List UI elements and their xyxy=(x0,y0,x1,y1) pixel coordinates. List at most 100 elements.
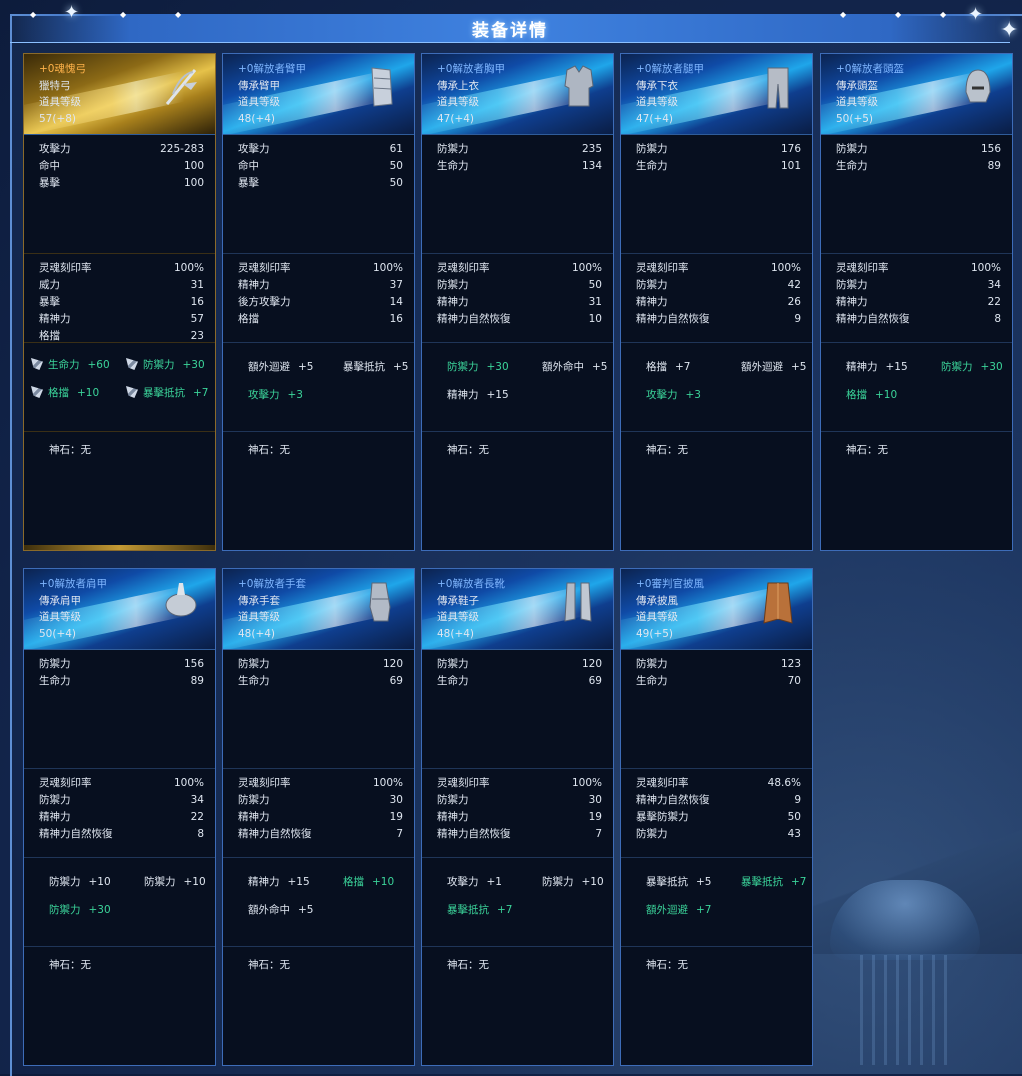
divine-stone-section: 神石：无 xyxy=(223,947,414,972)
stat-name: 威力 xyxy=(39,279,60,291)
card-header-text: +0解放者頭盔 傳承頭盔 道具等级 50(+5) xyxy=(836,61,904,127)
bonus-stat: 生命力 +60 xyxy=(31,357,110,372)
stat-row: 生命力 134 xyxy=(422,158,613,175)
stat-row: 威力 31 xyxy=(24,277,215,294)
stat-value: 100% xyxy=(372,777,403,789)
stat-name: 灵魂刻印率 xyxy=(39,777,92,789)
equipment-card[interactable]: +0解放者胸甲 傳承上衣 道具等级 47(+4) 防禦力 235 生命力 134 灵魂刻印率 10… xyxy=(421,53,614,551)
divine-stone-separator: ： xyxy=(70,444,81,456)
stat-row: 灵魂刻印率 100% xyxy=(223,775,414,792)
equipment-card[interactable]: +0審判官披風 傳承披風 道具等级 49(+5) 防禦力 123 生命力 70 灵魂刻印率 48.… xyxy=(620,568,813,1066)
card-header: +0解放者肩甲 傳承肩甲 道具等级 50(+4) xyxy=(24,569,215,650)
stat-value: 43 xyxy=(787,828,801,840)
divine-stone-label: 神石 xyxy=(447,444,468,456)
stat-row: 防禦力 30 xyxy=(422,792,613,809)
bonus-stat-name: 精神力 xyxy=(447,389,479,401)
base-stats-section: 防禦力 120 生命力 69 xyxy=(422,650,613,769)
bonus-stats-section: 生命力 +60 防禦力 +30 格擋 +10 暴擊抵抗 +7 xyxy=(24,343,215,432)
stat-name: 生命力 xyxy=(39,675,71,687)
divine-stone-separator: ： xyxy=(468,959,479,971)
stat-value: 100 xyxy=(183,160,204,172)
stat-name: 防禦力 xyxy=(636,143,668,155)
stat-row: 防禦力 43 xyxy=(621,826,812,843)
stat-name: 灵魂刻印率 xyxy=(238,262,291,274)
stat-row: 防禦力 50 xyxy=(422,277,613,294)
stat-row: 攻擊力 61 xyxy=(223,141,414,158)
stat-value: 42 xyxy=(787,279,801,291)
divine-stone-label: 神石 xyxy=(248,444,269,456)
bonus-stat: 防禦力 +10 xyxy=(49,874,111,889)
stat-row: 暴擊 100 xyxy=(24,175,215,192)
stat-value: 22 xyxy=(190,811,204,823)
stat-name: 攻擊力 xyxy=(39,143,71,155)
item-type: 傳承上衣 xyxy=(437,79,479,92)
bonus-stat-name: 格擋 xyxy=(646,361,667,373)
item-name: +0審判官披風 xyxy=(636,578,704,590)
bonus-stat-value: +30 xyxy=(88,904,111,916)
item-name: +0解放者臂甲 xyxy=(238,63,306,75)
equipment-card[interactable]: +0解放者肩甲 傳承肩甲 道具等级 50(+4) 防禦力 156 生命力 89 灵魂刻印率 100… xyxy=(23,568,216,1066)
background-jellyfish-tentacles xyxy=(860,955,950,1065)
arm-guard-icon xyxy=(362,64,398,110)
stat-name: 防禦力 xyxy=(39,658,71,670)
divine-stone-value: 无 xyxy=(877,444,889,456)
bonus-stat: 格擋 +10 xyxy=(343,874,394,889)
bonus-stat-value: +30 xyxy=(980,361,1003,373)
stat-row: 精神力自然恢復 8 xyxy=(821,311,1012,328)
stat-row: 格擋 16 xyxy=(223,311,414,328)
equipment-card[interactable]: +0解放者手套 傳承手套 道具等级 48(+4) 防禦力 120 生命力 69 灵魂刻印率 100… xyxy=(222,568,415,1066)
divine-stone-separator: ： xyxy=(269,444,280,456)
stat-row: 精神力自然恢復 7 xyxy=(223,826,414,843)
bonus-stats-section: 格擋 +7 額外迴避 +5 攻擊力 +3 xyxy=(621,343,812,432)
divine-stone-section: 神石：无 xyxy=(223,432,414,457)
divine-stone-label: 神石 xyxy=(846,444,867,456)
stat-value: 14 xyxy=(389,296,403,308)
bonus-stats-section: 暴擊抵抗 +5 暴擊抵抗 +7 額外迴避 +7 xyxy=(621,858,812,947)
bonus-stat-name: 格擋 xyxy=(48,387,69,399)
stat-row: 防禦力 235 xyxy=(422,141,613,158)
bonus-stat-name: 額外命中 xyxy=(248,904,290,916)
stat-row: 生命力 89 xyxy=(24,673,215,690)
stat-name: 精神力自然恢復 xyxy=(636,794,710,806)
item-name: +0解放者頭盔 xyxy=(836,63,904,75)
stat-name: 精神力自然恢復 xyxy=(39,828,113,840)
stat-value: 156 xyxy=(183,658,204,670)
stat-value: 100% xyxy=(970,262,1001,274)
stat-row: 灵魂刻印率 48.6% xyxy=(621,775,812,792)
stat-name: 精神力 xyxy=(636,296,668,308)
equipment-card[interactable]: +0解放者頭盔 傳承頭盔 道具等级 50(+5) 防禦力 156 生命力 89 灵魂刻印率 100… xyxy=(820,53,1013,551)
stat-name: 精神力自然恢復 xyxy=(437,313,511,325)
stat-name: 灵魂刻印率 xyxy=(238,777,291,789)
bonus-stat-name: 暴擊抵抗 xyxy=(741,876,783,888)
bonus-stat-value: +15 xyxy=(486,389,509,401)
stat-row: 精神力自然恢復 9 xyxy=(621,792,812,809)
bonus-stat-value: +10 xyxy=(183,876,206,888)
bonus-stat-value: +3 xyxy=(287,389,303,401)
bonus-stat-name: 額外迴避 xyxy=(646,904,688,916)
card-header-text: +0魂愧弓 獵特弓 道具等级 57(+8) xyxy=(39,61,86,127)
divine-stone-value: 无 xyxy=(279,444,291,456)
stat-row: 防禦力 34 xyxy=(821,277,1012,294)
stat-name: 灵魂刻印率 xyxy=(636,262,689,274)
bonus-stat-name: 攻擊力 xyxy=(248,389,280,401)
equipment-card[interactable]: +0解放者臂甲 傳承臂甲 道具等级 48(+4) 攻擊力 61 命中 50 暴擊 50 灵魂刻印率 1… xyxy=(222,53,415,551)
stat-row: 生命力 69 xyxy=(422,673,613,690)
stat-value: 100% xyxy=(372,262,403,274)
stat-name: 生命力 xyxy=(437,675,469,687)
divine-stone-value: 无 xyxy=(478,444,490,456)
bonus-stat-name: 額外迴避 xyxy=(248,361,290,373)
equipment-card[interactable]: +0解放者腿甲 傳承下衣 道具等级 47(+4) 防禦力 176 生命力 101 灵魂刻印率 10… xyxy=(620,53,813,551)
bonus-stat-value: +10 xyxy=(875,389,898,401)
divine-stone-value: 无 xyxy=(80,959,92,971)
bonus-stat: 暴擊抵抗 +7 xyxy=(741,874,806,889)
equipment-card[interactable]: +0解放者長靴 傳承鞋子 道具等级 48(+4) 防禦力 120 生命力 69 灵魂刻印率 100… xyxy=(421,568,614,1066)
stat-row: 防禦力 120 xyxy=(422,656,613,673)
bonus-stat-value: +5 xyxy=(592,361,608,373)
bonus-stat: 暴擊抵抗 +7 xyxy=(447,902,512,917)
bonus-stat-name: 暴擊抵抗 xyxy=(343,361,385,373)
boots-icon xyxy=(561,579,597,625)
stat-row: 防禦力 156 xyxy=(24,656,215,673)
equipment-card[interactable]: +0魂愧弓 獵特弓 道具等级 57(+8) 攻擊力 225-283 命中 100 暴擊 100 灵魂… xyxy=(23,53,216,551)
stat-row: 灵魂刻印率 100% xyxy=(24,260,215,277)
wing-icon xyxy=(31,386,43,398)
